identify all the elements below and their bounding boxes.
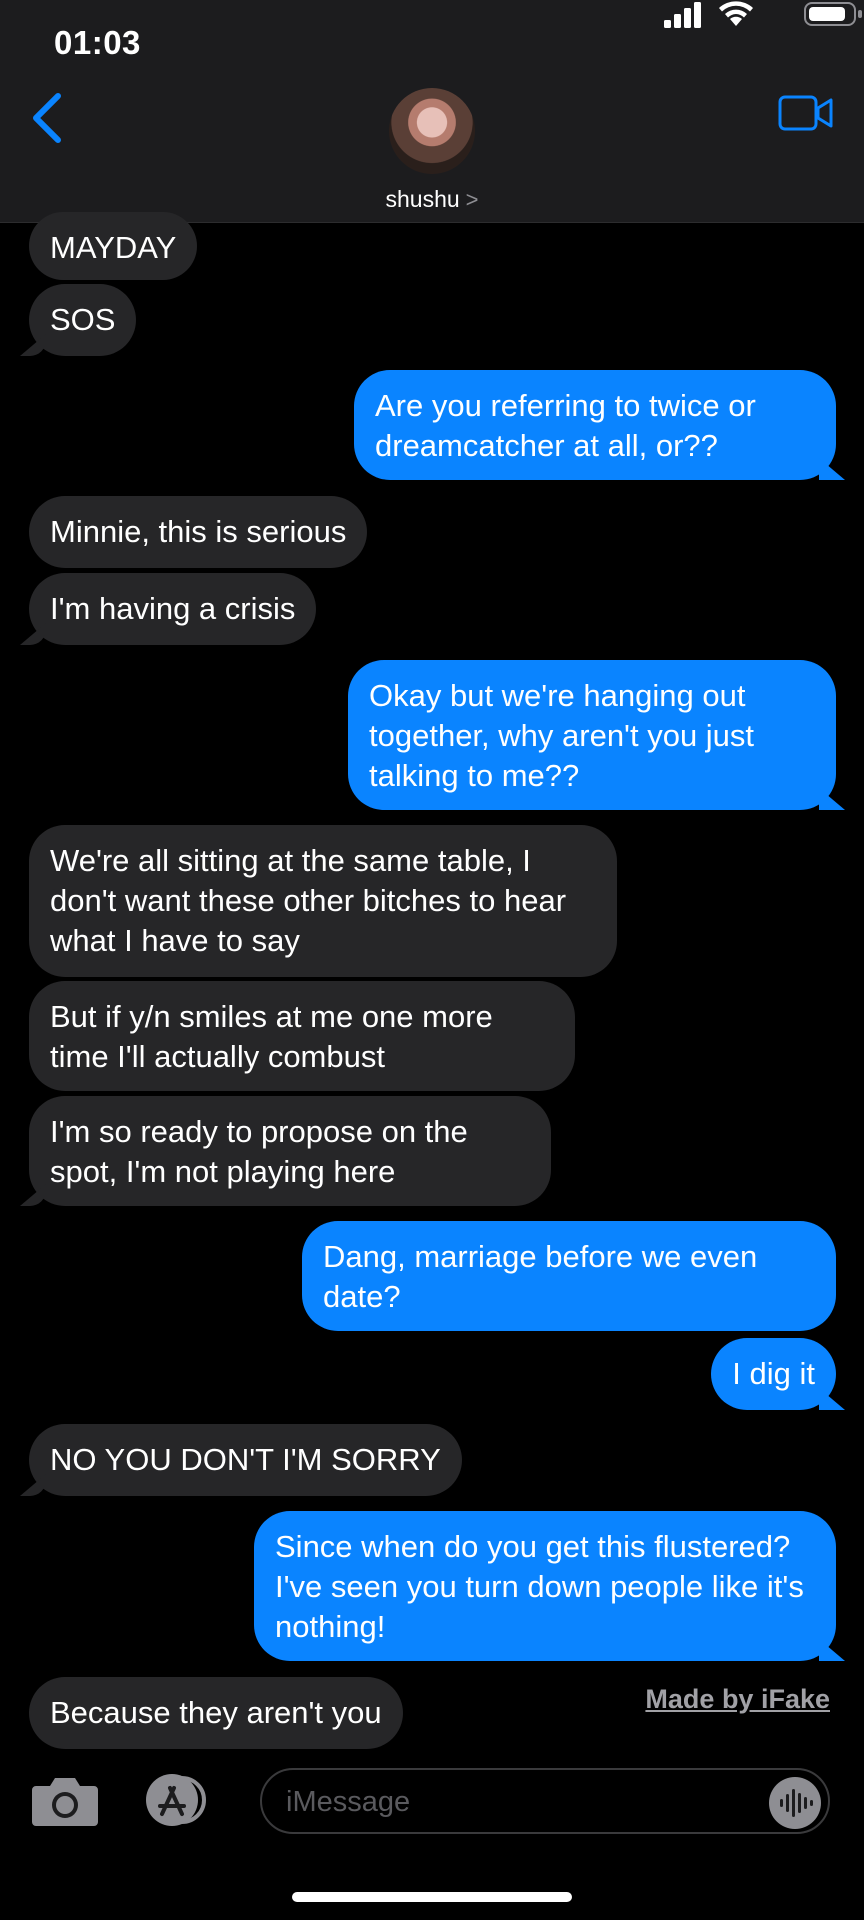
- message-bubble-incoming[interactable]: Minnie, this is serious: [29, 496, 368, 568]
- wifi-icon: [719, 1, 753, 26]
- message-bubble-incoming[interactable]: I'm so ready to propose on the spot, I'm…: [29, 1096, 551, 1206]
- contact-name-button[interactable]: shushu >: [0, 186, 864, 213]
- camera-icon[interactable]: [30, 1772, 100, 1828]
- battery-icon: [804, 2, 862, 26]
- back-icon[interactable]: [28, 90, 68, 146]
- status-time: 01:03: [54, 24, 141, 61]
- message-bubble-outgoing[interactable]: I dig it: [711, 1338, 836, 1410]
- message-bubble-incoming[interactable]: SOS: [29, 284, 137, 356]
- app-store-icon[interactable]: [138, 1772, 216, 1828]
- message-bubble-outgoing[interactable]: Are you referring to twice or dreamcatch…: [354, 370, 836, 480]
- conversation-header: 01:03 shushu >: [0, 0, 864, 223]
- watermark-link[interactable]: Made by iFake: [645, 1684, 830, 1715]
- video-call-icon[interactable]: [778, 94, 834, 132]
- message-bubble-outgoing[interactable]: Dang, marriage before we even date?: [302, 1221, 836, 1331]
- audio-message-icon[interactable]: [768, 1776, 822, 1830]
- message-bubble-incoming[interactable]: But if y/n smiles at me one more time I'…: [29, 981, 575, 1091]
- home-indicator[interactable]: [292, 1892, 572, 1902]
- message-input-placeholder: iMessage: [286, 1786, 411, 1818]
- chevron-right-icon: >: [465, 187, 479, 212]
- message-input[interactable]: iMessage: [260, 1768, 830, 1834]
- cellular-signal-icon: [664, 2, 701, 28]
- message-bubble-incoming[interactable]: Because they aren't you: [29, 1677, 403, 1749]
- message-bubble-outgoing[interactable]: Since when do you get this flustered? I'…: [254, 1511, 836, 1661]
- message-bubble-outgoing[interactable]: Okay but we're hanging out together, why…: [348, 660, 836, 810]
- message-bubble-incoming[interactable]: I'm having a crisis: [29, 573, 317, 645]
- message-bubble-incoming[interactable]: MAYDAY: [29, 212, 198, 280]
- message-bubble-incoming[interactable]: NO YOU DON'T I'M SORRY: [29, 1424, 462, 1496]
- contact-avatar[interactable]: [389, 88, 475, 174]
- contact-name: shushu: [385, 186, 460, 212]
- message-bubble-incoming[interactable]: We're all sitting at the same table, I d…: [29, 825, 617, 977]
